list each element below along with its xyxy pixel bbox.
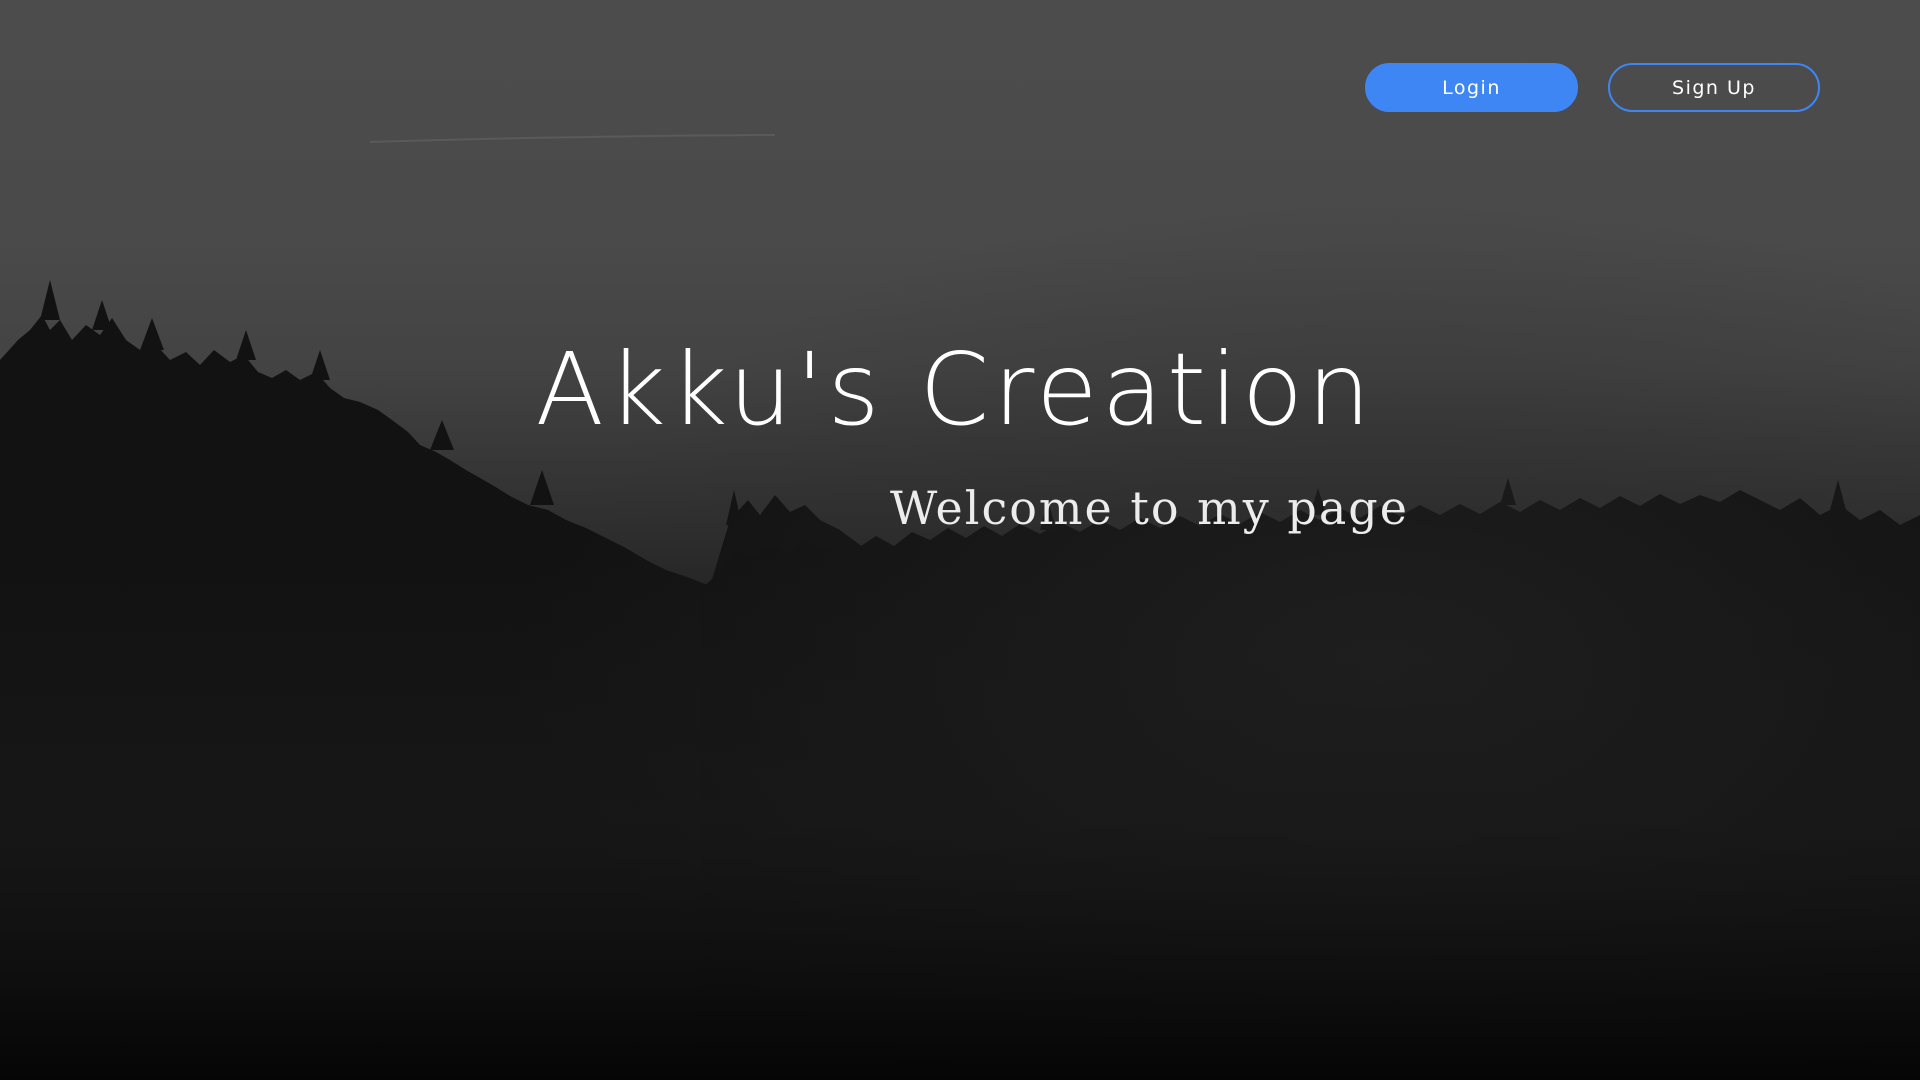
page-title-text: Akku's Creation [535, 331, 1375, 448]
page-subtitle: Welcome to my page [890, 481, 1409, 535]
signup-button[interactable]: Sign Up [1608, 63, 1820, 112]
login-button[interactable]: Login [1365, 63, 1578, 112]
page-title: Akku's Creation [0, 330, 1920, 450]
landing-page: Login Sign Up Akku's Creation Welcome to… [0, 0, 1920, 1080]
forest-background [0, 0, 1920, 1080]
